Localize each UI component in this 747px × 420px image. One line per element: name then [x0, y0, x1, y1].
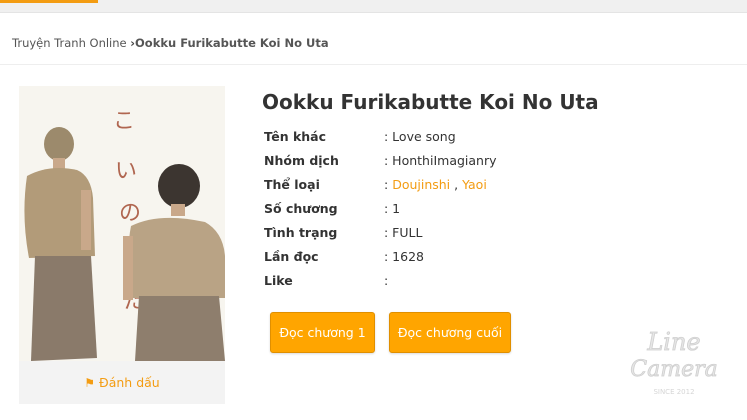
info-value: : Love song [384, 129, 456, 144]
manga-title: Ookku Furikabutte Koi No Uta [262, 90, 599, 114]
watermark-logo: Line Camera SINCE 2012 [624, 316, 724, 402]
info-value: : 1628 [384, 249, 424, 264]
header-divider [0, 64, 747, 65]
watermark-line2: Camera [630, 357, 717, 382]
genre-separator: , [450, 177, 463, 192]
genre-link-doujinshi[interactable]: Doujinshi [392, 177, 450, 192]
info-label: Nhóm dịch [264, 153, 339, 168]
watermark-line1: Line [646, 328, 700, 356]
info-value-genres: : Doujinshi , Yaoi [384, 173, 487, 197]
bookmark-button[interactable]: ⚑ Đánh dấu [19, 361, 225, 404]
info-value: : [384, 273, 389, 288]
cover-kana-3: の [119, 201, 141, 226]
info-label: Tình trạng [264, 225, 338, 240]
flag-icon: ⚑ [84, 375, 96, 390]
info-label: Like [264, 273, 293, 288]
breadcrumb: Truyện Tranh Online ›Ookku Furikabutte K… [12, 36, 329, 50]
read-first-chapter-button[interactable]: Đọc chương 1 [270, 312, 375, 353]
bookmark-label: Đánh dấu [99, 375, 160, 390]
breadcrumb-home-link[interactable]: Truyện Tranh Online [12, 36, 127, 50]
cover-image[interactable]: こ い の う た [19, 86, 225, 361]
genre-link-yaoi[interactable]: Yaoi [462, 177, 487, 192]
info-label: Thể loại [264, 177, 320, 192]
watermark-since: SINCE 2012 [653, 388, 694, 396]
read-last-chapter-button[interactable]: Đọc chương cuối [389, 312, 511, 353]
info-value: : FULL [384, 225, 423, 240]
info-value: : HonthiImagianry [384, 153, 497, 168]
active-tab-indicator[interactable] [0, 0, 98, 3]
breadcrumb-current: Ookku Furikabutte Koi No Uta [135, 36, 329, 50]
info-value: : 1 [384, 201, 401, 216]
info-label: Lần đọc [264, 249, 319, 264]
info-label: Tên khác [264, 129, 327, 144]
genre-prefix: : [384, 177, 393, 192]
info-label: Số chương [264, 201, 338, 216]
cover-kana-1: こ [113, 109, 135, 134]
cover-card: こ い の う た ⚑ [19, 86, 225, 404]
cover-kana-2: い [115, 159, 137, 184]
top-navigation-bar [0, 0, 747, 13]
